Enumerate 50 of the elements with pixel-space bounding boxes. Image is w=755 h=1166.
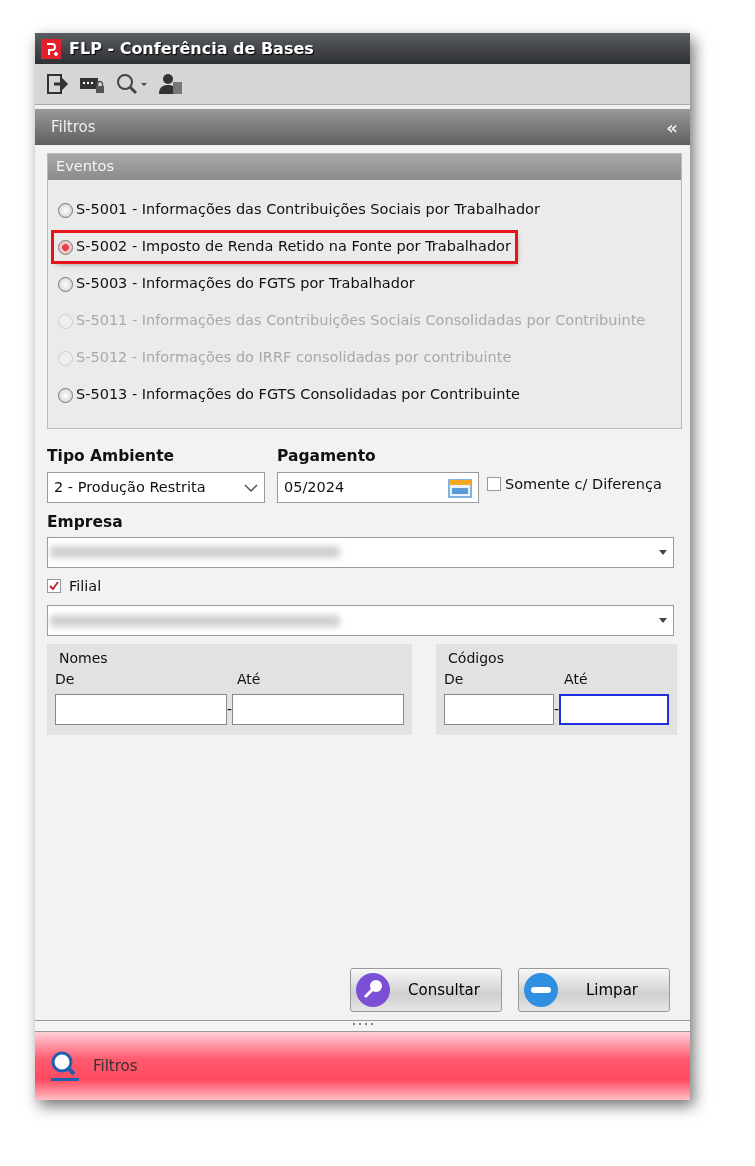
select-field[interactable]: 2 - Produção Restrita — [47, 472, 265, 504]
key-icon — [355, 972, 391, 1008]
radio-option[interactable]: S-5003 - Informações do FGTS por Trabalhador — [54, 270, 419, 298]
chevron-down-icon — [244, 483, 258, 492]
panel-title: Nomes — [59, 649, 109, 669]
field-label: Empresa — [47, 512, 124, 534]
radio-option[interactable]: S-5013 - Informações do FGTS Consolidadas por Contribuinte — [54, 381, 525, 409]
search-icon — [49, 1050, 81, 1082]
checkbox-label: Filial — [69, 576, 102, 596]
radio-button[interactable] — [58, 276, 73, 292]
range-separator: - — [554, 700, 560, 720]
radio-button[interactable] — [58, 387, 73, 403]
text-input[interactable] — [232, 694, 405, 726]
combo-field[interactable] — [47, 605, 674, 637]
app-logo-icon — [41, 39, 61, 59]
panel-title: Códigos — [448, 649, 505, 669]
date-field[interactable]: 05/2024 — [277, 472, 479, 504]
combo-field[interactable] — [47, 536, 674, 568]
splitter-grip-icon[interactable] — [351, 1022, 374, 1026]
window-title: FLP - Conferência de Bases — [69, 37, 314, 60]
radio-option[interactable]: S-5001 - Informações das Contribuições Sociais por Trabalhador — [54, 196, 544, 224]
field-label: De — [55, 670, 76, 690]
field-label: Até — [237, 670, 261, 690]
checkbox[interactable] — [47, 579, 61, 594]
minus-icon — [523, 972, 559, 1008]
dropdown-arrow-icon — [659, 618, 667, 624]
exit-icon[interactable] — [45, 72, 69, 96]
dropdown-arrow-icon — [659, 549, 667, 555]
search-dropdown-icon[interactable] — [115, 72, 148, 96]
range-separator: - — [227, 700, 233, 720]
checkbox-label: Somente c/ Diferença — [505, 474, 662, 494]
field-label: Até — [564, 670, 588, 690]
field-label: Pagamento — [277, 446, 377, 467]
radio-option[interactable]: S-5002 - Imposto de Renda Retido na Fonte por Trabalhador — [54, 233, 515, 261]
text-input[interactable] — [559, 694, 670, 726]
bottom-tab[interactable]: Filtros — [35, 1032, 690, 1100]
calendar-icon[interactable] — [448, 477, 472, 498]
collapse-button[interactable]: « — [666, 113, 678, 141]
radio-button[interactable] — [58, 239, 73, 255]
field-label: Tipo Ambiente — [47, 446, 176, 467]
user-icon[interactable] — [158, 72, 183, 96]
field-label: De — [444, 670, 465, 690]
clear-button[interactable]: Limpar — [518, 968, 670, 1012]
radio-button[interactable] — [58, 202, 73, 218]
text-input[interactable] — [55, 694, 227, 726]
checkbox[interactable] — [487, 477, 501, 492]
panel-title: Filtros — [51, 116, 96, 138]
group-title: Eventos — [48, 154, 681, 180]
search-button[interactable]: Consultar — [350, 968, 502, 1012]
text-input[interactable] — [444, 694, 555, 726]
